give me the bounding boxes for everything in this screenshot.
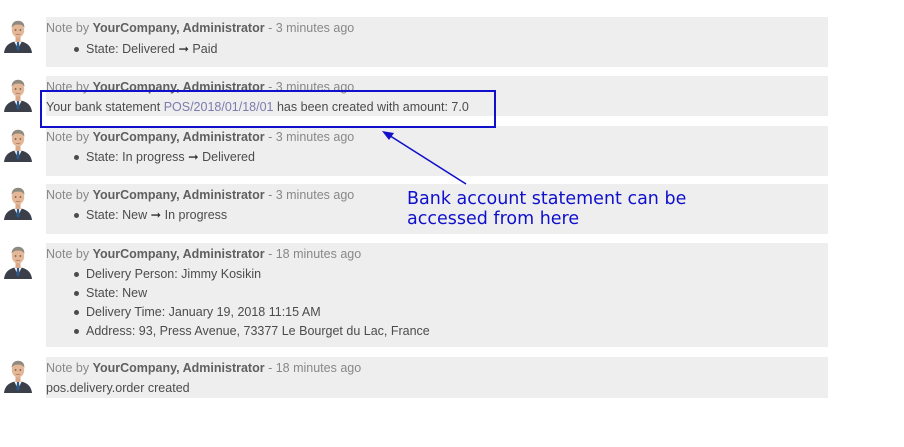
arrowhead-icon (382, 131, 394, 140)
annotation-text: Bank account statement can be accessed f… (407, 189, 687, 229)
